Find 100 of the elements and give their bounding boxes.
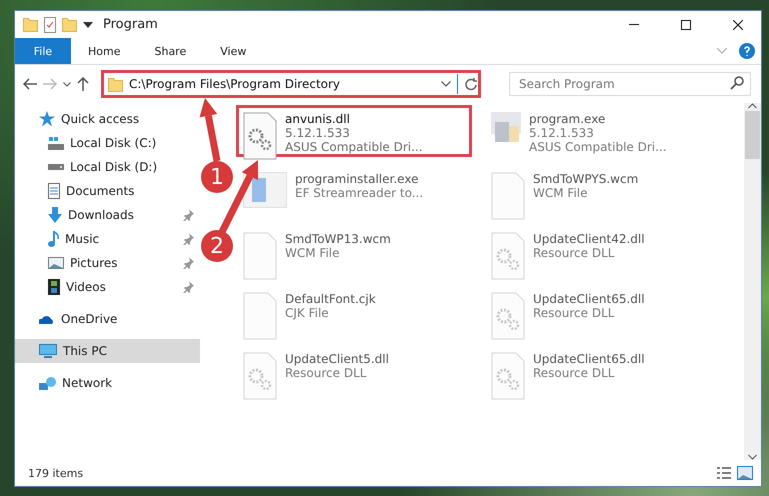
file-detail: Resource DLL: [533, 306, 616, 320]
folder-icon: [23, 17, 38, 32]
music-icon: [48, 231, 59, 247]
file-name: SmdToWP13.wcm: [285, 232, 391, 246]
file-item[interactable]: UpdateClient65.dll Resource DLL: [484, 345, 720, 397]
settings-file-icon: [243, 352, 277, 400]
sidebar-item[interactable]: Quick access: [15, 107, 200, 131]
sidebar-label: Network: [62, 376, 114, 390]
address-path: C:\Program Files\Program Directory: [129, 77, 342, 91]
ribbon-tab[interactable]: View: [203, 38, 264, 64]
file-item[interactable]: DefaultFont.cjk CJK File: [236, 285, 472, 337]
pictures-icon: [48, 257, 64, 269]
window-title: Program: [103, 17, 159, 32]
sidebar-item[interactable]: Documents: [15, 179, 200, 203]
sidebar-label: Local Disk (C:): [70, 136, 158, 150]
sidebar-item[interactable]: Music: [15, 227, 200, 251]
sidebar-label: OneDrive: [61, 312, 118, 326]
file-detail: WCM File: [285, 246, 340, 260]
document-icon: [48, 183, 60, 199]
file-name: UpdateClient65.dll: [533, 352, 645, 366]
sidebar-label: Quick access: [61, 112, 140, 126]
settings-file-icon: [491, 352, 525, 400]
network-icon: [39, 376, 56, 390]
file-name: SmdToWPYS.wcm: [533, 172, 638, 186]
file-icon: [243, 232, 277, 280]
file-item[interactable]: SmdToWPYS.wcm WCM File: [484, 165, 720, 217]
monitor-icon: [39, 344, 57, 358]
file-name: program.exe: [529, 112, 606, 126]
refresh-icon: [464, 77, 478, 91]
scroll-thumb[interactable]: [745, 111, 760, 159]
maximize-icon: [681, 20, 691, 30]
file-name: UpdateClient5.dll: [285, 352, 389, 366]
file-detail: WCM File: [533, 186, 588, 200]
file-detail: 5.12.1.533: [285, 126, 351, 140]
file-detail: ASUS Compatible Dri...: [529, 140, 667, 154]
ribbon-tab[interactable]: Home: [71, 38, 138, 64]
star-icon: [39, 111, 55, 127]
drive-icon: [48, 136, 64, 150]
film-icon: [48, 279, 60, 295]
file-name: UpdateClient65.dll: [533, 292, 645, 306]
file-detail: CJK File: [285, 306, 330, 320]
file-detail: 5.12.1.533: [529, 126, 595, 140]
dropdown-chevron-icon: [441, 81, 451, 87]
file-item[interactable]: UpdateClient42.dll Resource DLL: [484, 225, 720, 277]
file-item[interactable]: anvunis.dll 5.12.1.533 ASUS Compatible Dri...: [236, 105, 472, 157]
sidebar-item[interactable]: OneDrive: [15, 307, 200, 331]
file-name: DefaultFont.cjk: [285, 292, 376, 306]
expand-ribbon-icon: [717, 48, 727, 54]
address-field[interactable]: C:\Program Files\Program Directory: [101, 70, 481, 98]
pin-icon: [182, 257, 194, 269]
scroll-up-icon: [748, 103, 757, 109]
file-icon: [243, 292, 277, 340]
close-icon: [733, 20, 743, 30]
file-item[interactable]: UpdateClient5.dll Resource DLL: [236, 345, 472, 397]
search-icon: [730, 76, 744, 90]
pin-icon: [182, 209, 194, 221]
sidebar-item[interactable]: Downloads: [15, 203, 200, 227]
scroll-down-icon: [748, 454, 757, 460]
scrollbar[interactable]: [744, 103, 761, 460]
new-folder-icon: [62, 17, 77, 32]
help-icon: [739, 43, 755, 59]
sidebar-label: Music: [65, 232, 100, 246]
cloud-icon: [39, 314, 55, 324]
sidebar-item[interactable]: Pictures: [15, 251, 200, 275]
file-name: programinstaller.exe: [295, 172, 420, 186]
search-field[interactable]: Search Program: [509, 72, 751, 96]
sidebar-item[interactable]: Local Disk (C:): [15, 131, 200, 155]
ribbon-tab[interactable]: File: [15, 38, 71, 64]
sidebar-label: Downloads: [68, 208, 135, 222]
forward-icon: [43, 78, 57, 90]
file-detail: Resource DLL: [285, 366, 368, 380]
sidebar-item[interactable]: Network: [15, 371, 200, 395]
installer-icon: [243, 172, 287, 208]
sidebar-item[interactable]: Local Disk (D:): [15, 155, 200, 179]
download-icon: [48, 207, 62, 223]
up-icon: [77, 77, 89, 91]
sidebar-label: Documents: [66, 184, 136, 198]
file-name: UpdateClient42.dll: [533, 232, 645, 246]
settings-file-icon: [491, 232, 525, 280]
file-item[interactable]: program.exe 5.12.1.533 ASUS Compatible Dri...: [484, 105, 720, 157]
ribbon-tab[interactable]: Share: [137, 38, 204, 64]
pin-icon: [182, 281, 194, 293]
details-view-icon: [717, 467, 731, 479]
file-detail: Resource DLL: [533, 246, 616, 260]
file-detail: EF Streamreader to...: [295, 186, 424, 200]
settings-file-icon: [243, 112, 277, 160]
file-item[interactable]: SmdToWP13.wcm WCM File: [236, 225, 472, 277]
file-item[interactable]: programinstaller.exe EF Streamreader to...: [236, 165, 472, 217]
large-icons-view-icon: [737, 466, 753, 480]
back-icon: [23, 78, 37, 90]
file-detail: Resource DLL: [533, 366, 616, 380]
item-count: 179 items: [28, 466, 84, 480]
sidebar-label: Videos: [66, 280, 107, 294]
recent-chevron-icon: [63, 82, 71, 86]
sidebar-item[interactable]: This PC: [15, 339, 200, 363]
file-item[interactable]: UpdateClient65.dll Resource DLL: [484, 285, 720, 337]
sidebar-item[interactable]: Videos: [15, 275, 200, 299]
sidebar-label: This PC: [63, 344, 108, 358]
drive-icon: [48, 164, 64, 170]
pin-icon: [182, 233, 194, 245]
